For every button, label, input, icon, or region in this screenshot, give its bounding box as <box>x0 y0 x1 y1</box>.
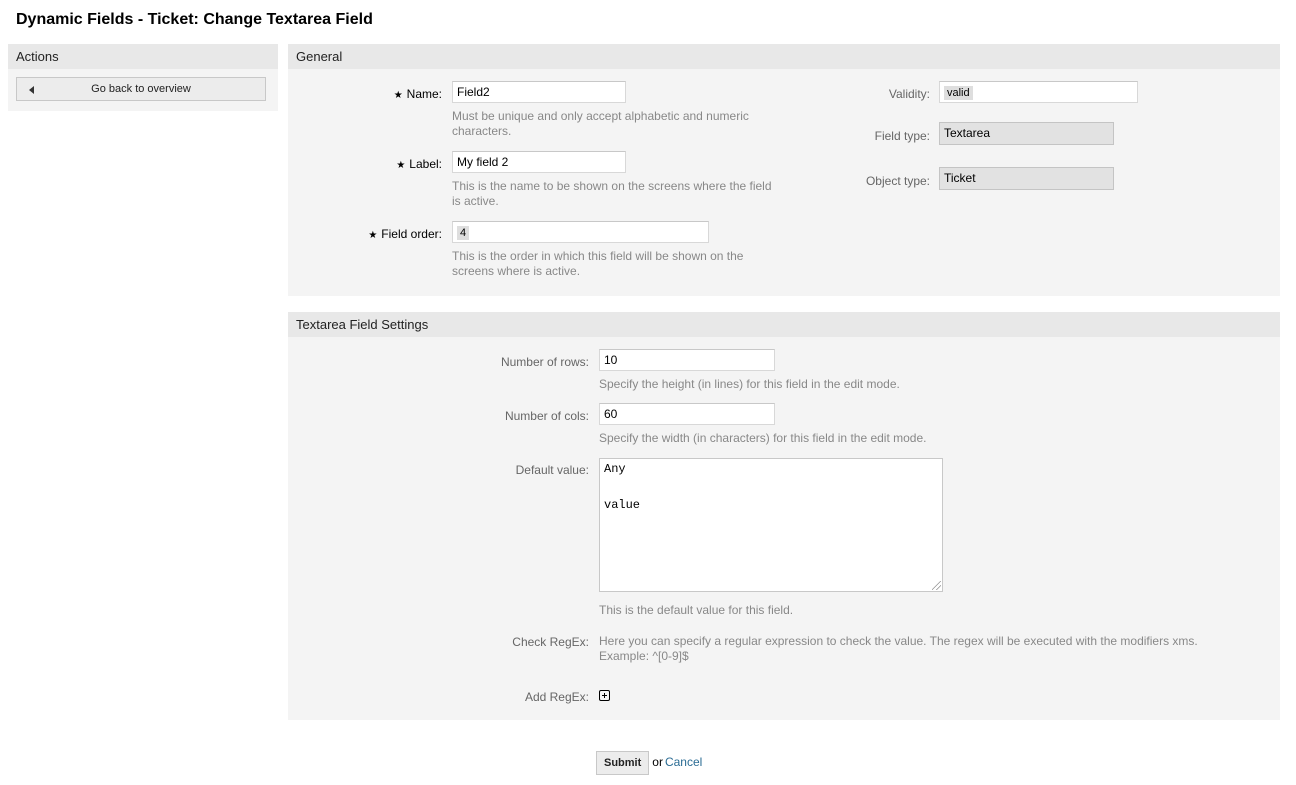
cols-hint: Specify the width (in characters) for th… <box>599 431 927 445</box>
rows-input[interactable]: 10 <box>599 349 775 371</box>
name-hint: Must be unique and only accept alphabeti… <box>452 109 749 138</box>
label-hint: This is the name to be shown on the scre… <box>452 179 772 208</box>
required-star-icon: ★ <box>393 90 403 101</box>
label-label: ★ Label: <box>396 157 442 171</box>
form-footer: Submit or Cancel <box>596 751 702 775</box>
field-order-value: 4 <box>457 226 470 240</box>
caret-left-icon <box>29 86 34 94</box>
field-type-input: Textarea <box>939 122 1114 145</box>
cancel-link[interactable]: Cancel <box>665 755 702 769</box>
textarea-settings-section: Textarea Field Settings Number of rows: … <box>288 312 1280 720</box>
default-value-line: value <box>604 498 641 512</box>
default-value-line: Any <box>604 462 626 476</box>
rows-hint: Specify the height (in lines) for this f… <box>599 377 900 391</box>
cols-input[interactable]: 60 <box>599 403 775 425</box>
actions-sidebar: Actions Go back to overview <box>8 44 278 111</box>
field-order-hint: This is the order in which this field wi… <box>452 249 744 278</box>
submit-button[interactable]: Submit <box>596 751 650 775</box>
go-back-button[interactable]: Go back to overview <box>16 77 266 101</box>
or-text: or <box>652 755 663 769</box>
check-regex-label: Check RegEx: <box>512 635 589 649</box>
default-value-hint: This is the default value for this field… <box>599 603 794 617</box>
default-value-label: Default value: <box>515 463 589 477</box>
field-order-label: ★ Field order: <box>368 227 442 241</box>
validity-select[interactable]: valid <box>939 81 1138 103</box>
name-input[interactable]: Field2 <box>452 81 626 103</box>
add-regex-label: Add RegEx: <box>524 690 589 704</box>
cols-label: Number of cols: <box>504 409 589 423</box>
settings-header: Textarea Field Settings <box>288 312 1280 337</box>
add-regex-plus-icon[interactable] <box>599 690 610 701</box>
validity-label: Validity: <box>888 87 930 101</box>
default-value-textarea[interactable]: Any value <box>599 458 943 592</box>
object-type-label: Object type: <box>865 174 930 188</box>
page-title: Dynamic Fields - Ticket: Change Textarea… <box>16 11 373 28</box>
required-star-icon: ★ <box>368 230 378 241</box>
go-back-label: Go back to overview <box>91 83 191 95</box>
general-header: General <box>288 44 1280 69</box>
field-type-label: Field type: <box>874 129 930 143</box>
object-type-input: Ticket <box>939 167 1114 190</box>
resize-handle[interactable] <box>932 581 941 590</box>
name-label: ★ Name: <box>393 87 442 101</box>
actions-header: Actions <box>8 44 278 69</box>
rows-label: Number of rows: <box>500 355 589 369</box>
check-regex-description: Here you can specify a regular expressio… <box>599 634 1198 663</box>
required-star-icon: ★ <box>396 160 406 171</box>
general-section: General ★ Name: Field2 Must be unique and… <box>288 44 1280 296</box>
label-input[interactable]: My field 2 <box>452 151 626 173</box>
field-order-input[interactable]: 4 <box>452 221 709 243</box>
validity-value: valid <box>944 86 973 100</box>
